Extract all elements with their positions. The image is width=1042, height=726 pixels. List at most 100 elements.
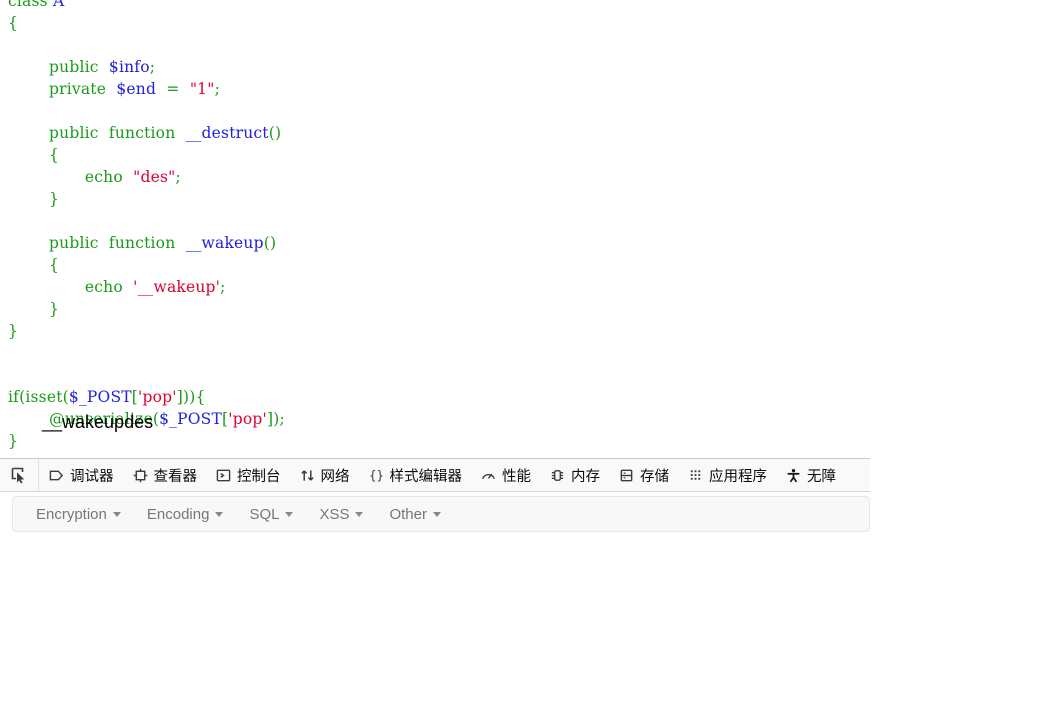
- code-token: ;: [175, 168, 181, 186]
- hackbar-menu-label: Encryption: [36, 505, 107, 523]
- inspector-icon: [132, 467, 149, 484]
- code-token: $end: [116, 80, 157, 98]
- element-picker-button[interactable]: [0, 459, 39, 491]
- code-token: {: [8, 14, 19, 32]
- devtools-tab-performance[interactable]: 性能: [471, 459, 540, 491]
- code-token: }: [8, 190, 60, 208]
- hackbar-menu-label: Encoding: [146, 505, 210, 523]
- hackbar-menu-label: SQL: [249, 505, 280, 523]
- devtools-tab-label: 内存: [571, 468, 600, 485]
- network-icon: [299, 467, 316, 484]
- code-token: A: [52, 0, 65, 10]
- hackbar-panel: EncryptionEncodingSQLXSSOther Load URLSp…: [0, 492, 870, 726]
- code-line: }: [8, 188, 285, 210]
- code-token: ;: [220, 278, 226, 296]
- code-line: {: [8, 12, 285, 34]
- code-token: public: [8, 58, 99, 76]
- code-token: );: [273, 410, 285, 428]
- debugger-icon: [48, 467, 65, 484]
- code-line: }: [8, 320, 285, 342]
- hackbar-menu-sql[interactable]: SQL: [236, 502, 306, 527]
- code-line: echo '__wakeup';: [8, 276, 285, 298]
- code-line: public function __wakeup(): [8, 232, 285, 254]
- chevron-down-icon: [215, 511, 224, 517]
- application-icon: [687, 467, 704, 484]
- code-token: "1": [189, 80, 215, 98]
- devtools-tab-label: 样式编辑器: [389, 468, 463, 485]
- devtools-tab-style-editor[interactable]: {} 样式编辑器: [359, 459, 472, 491]
- devtools-tab-label: 无障: [807, 468, 836, 485]
- code-line: private $end = "1";: [8, 78, 285, 100]
- devtools-tab-label: 性能: [502, 468, 531, 485]
- code-token: (): [263, 234, 277, 252]
- code-token: "des": [133, 168, 176, 186]
- style-editor-icon: {}: [368, 467, 385, 484]
- code-line: public $info;: [8, 56, 285, 78]
- devtools-tab-network[interactable]: 网络: [290, 459, 359, 491]
- code-line: public function __destruct(): [8, 122, 285, 144]
- code-token: {: [195, 388, 206, 406]
- hackbar-menu-label: XSS: [319, 505, 350, 523]
- hackbar-menu-xss[interactable]: XSS: [306, 502, 376, 527]
- code-token: __wakeup: [185, 234, 264, 252]
- storage-icon: [618, 467, 635, 484]
- hackbar-menu-encoding[interactable]: Encoding: [134, 502, 237, 527]
- code-token: }: [8, 322, 19, 340]
- code-token: (): [268, 124, 282, 142]
- memory-icon: [549, 467, 566, 484]
- hackbar-menu-label: Other: [389, 505, 427, 523]
- devtools-toolbar: 调试器 查看器 控制台 网络 {} 样式编辑器 性能 内存 存储 应用程序 无障: [0, 458, 870, 492]
- code-token: if: [8, 388, 20, 406]
- accessibility-icon: [785, 467, 802, 484]
- code-token: private: [8, 80, 107, 98]
- code-token: echo: [8, 168, 123, 186]
- devtools-tab-application[interactable]: 应用程序: [678, 459, 776, 491]
- chevron-down-icon: [432, 511, 441, 517]
- code-line: {: [8, 254, 285, 276]
- code-token: echo: [8, 278, 123, 296]
- chevron-down-icon: [355, 511, 364, 517]
- code-token: {: [8, 146, 60, 164]
- devtools-tab-accessibility[interactable]: 无障: [776, 459, 845, 491]
- code-token: $info: [108, 58, 150, 76]
- code-token: $_POST: [68, 388, 132, 406]
- code-token: }: [8, 300, 60, 318]
- devtools-tab-memory[interactable]: 内存: [540, 459, 609, 491]
- hackbar-menu-encryption[interactable]: Encryption: [23, 502, 134, 527]
- code-token: function: [108, 124, 176, 142]
- devtools-tab-console[interactable]: 控制台: [206, 459, 290, 491]
- hackbar-menu-other[interactable]: Other: [376, 502, 454, 527]
- devtools-tab-label: 调试器: [70, 468, 114, 485]
- devtools-tab-inspector[interactable]: 查看器: [123, 459, 207, 491]
- code-token: =: [156, 80, 190, 98]
- code-line: class A: [8, 0, 285, 12]
- console-icon: [215, 467, 232, 484]
- devtools-tab-label: 网络: [320, 468, 350, 485]
- code-line: echo "des";: [8, 166, 285, 188]
- code-line: }: [8, 298, 285, 320]
- devtools-tab-debugger[interactable]: 调试器: [39, 459, 123, 491]
- rendered-php-output: __wakeupdes: [42, 412, 154, 432]
- code-token: }: [8, 432, 19, 450]
- code-token: 'pop': [138, 388, 177, 406]
- code-token: class: [8, 0, 48, 10]
- devtools-tab-label: 存储: [640, 468, 669, 485]
- svg-text:{}: {}: [369, 468, 384, 482]
- code-line: if(isset($_POST['pop'])){: [8, 386, 285, 408]
- devtools-tab-label: 应用程序: [709, 468, 767, 485]
- devtools-tab-label: 查看器: [153, 468, 198, 485]
- devtools-tab-storage[interactable]: 存储: [609, 459, 678, 491]
- code-line: {: [8, 144, 285, 166]
